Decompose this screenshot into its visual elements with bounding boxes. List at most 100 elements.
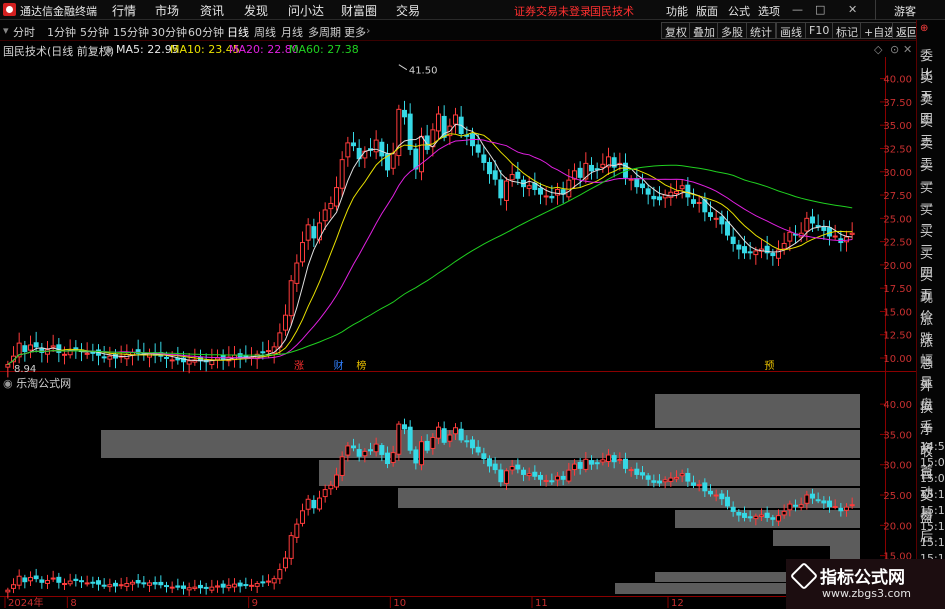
sub-candle-body	[5, 589, 11, 593]
sub-candle-body	[11, 584, 16, 589]
sub-candle-body	[73, 578, 79, 581]
sub-candle-body	[572, 463, 577, 471]
stock-info-line: 国民技术(日线 前复权) ◉ MA5: 22.95 MA10: 23.45 MA…	[0, 41, 915, 59]
quote-side-panel: ⊕ 委比 卖五 卖四 卖三 卖二 卖一 买一 买二 买三 买四 买五 现价 涨跌 涨幅 总量 外盘 换手 净资收…	[916, 20, 945, 609]
high-pointer	[398, 64, 408, 71]
indicator-settings-icon[interactable]: ◉	[3, 377, 13, 390]
y-tick-label: 40.00	[883, 75, 912, 86]
volume-profile-bar	[655, 394, 860, 428]
candle-body	[436, 113, 441, 132]
sub-candle-body	[249, 584, 254, 587]
candle-body	[164, 356, 169, 359]
volume-profile-bar	[830, 546, 860, 560]
sub-candle-body	[379, 445, 385, 455]
sub-candle-body	[628, 469, 634, 472]
candle-body	[328, 202, 334, 210]
event-marker: 榜	[356, 359, 366, 372]
options-icon[interactable]: ⊙	[890, 43, 899, 56]
x-tick-label: 12	[671, 598, 684, 609]
sub-candle-body	[288, 535, 294, 559]
y-tick-label: 15.00	[883, 307, 912, 318]
sub-candle-body	[594, 462, 600, 465]
candle-body	[577, 167, 583, 178]
sub-candle-body	[776, 515, 781, 522]
ma60-value: MA60: 27.38	[289, 43, 359, 56]
x-tick-label: 2024年	[8, 596, 43, 609]
volume-profile-bar	[773, 530, 860, 546]
volume-profile-bar	[615, 583, 790, 594]
candle-body	[62, 353, 67, 356]
panel-mini-icon: ⊕	[920, 23, 929, 34]
candle-body	[101, 356, 107, 359]
volume-profile-bar	[655, 572, 790, 582]
candle-body	[543, 195, 549, 198]
y-tick-label: 25.00	[883, 214, 912, 225]
candle-body	[419, 135, 424, 173]
sub-candle-body	[679, 473, 685, 477]
trade-time: 15:07	[920, 472, 945, 485]
candle-body	[770, 252, 776, 257]
sub-candle-body	[90, 581, 96, 584]
settings-icon[interactable]: ◉	[104, 43, 114, 56]
sub-candle-body	[708, 490, 713, 495]
event-marker: 涨	[294, 360, 304, 372]
candle-body	[827, 227, 832, 237]
kline-chart[interactable]: 40.00 37.50 35.00 32.50 30.00 27.50 25.00 22.50…	[0, 0, 945, 609]
sub-candle-body	[849, 504, 855, 507]
sub-candle-body	[328, 484, 334, 490]
sub-candle-body	[79, 580, 84, 583]
candle-body	[725, 221, 730, 236]
y-tick-label: 32.50	[883, 144, 912, 155]
sub-candle-body	[396, 423, 402, 455]
sub-candle-body	[492, 463, 498, 471]
candle-body	[407, 113, 413, 150]
candle-body	[475, 144, 481, 153]
sub-candle-body	[33, 575, 39, 580]
sub-candle-body	[101, 584, 107, 587]
sub-candle-body	[181, 585, 186, 589]
ma-line-ma60	[7, 164, 853, 365]
sub-candle-body	[430, 436, 436, 449]
candle-body	[288, 280, 294, 317]
sub-candle-body	[351, 445, 356, 449]
sub-candle-body	[113, 582, 118, 587]
sub-candle-body	[470, 439, 475, 449]
candle-body	[526, 185, 532, 189]
sub-candle-body	[300, 510, 305, 524]
sub-candle-body	[283, 557, 288, 569]
sub-candle-body	[668, 477, 674, 482]
sub-candle-body	[827, 500, 832, 508]
stock-label[interactable]: 国民技术(日线 前复权)	[3, 43, 114, 59]
sub-candle-body	[317, 497, 322, 510]
candle-body	[107, 355, 113, 360]
sub-candle-body	[96, 580, 101, 585]
sub-candle-body	[543, 479, 549, 482]
expand-diamond-icon[interactable]: ◇	[874, 43, 882, 56]
sub-candle-body	[742, 512, 747, 518]
trade-time: 15:12	[920, 488, 945, 501]
sub-candle-body	[657, 480, 662, 484]
candle-body	[402, 109, 407, 118]
sub-candle-body	[175, 585, 181, 588]
sub-candle-body	[124, 583, 130, 587]
sub-candle-body	[232, 583, 237, 588]
candle-body	[283, 314, 288, 331]
sub-candle-body	[793, 504, 798, 507]
sub-candle-body	[407, 426, 413, 451]
sub-y-tick-label: 35.00	[883, 430, 912, 441]
sub-candle-body	[22, 577, 28, 583]
candle-body	[696, 201, 702, 204]
sub-candle-body	[821, 500, 827, 504]
indicator-title[interactable]: 乐淘公式网	[16, 377, 71, 390]
ma-line-ma5	[7, 123, 853, 365]
x-tick-label: 9	[252, 598, 258, 609]
close-icon[interactable]: ✕	[903, 43, 912, 56]
trade-time: 15:15	[920, 520, 945, 533]
candle-body	[685, 184, 691, 198]
watermark-badge: 指标公式网 www.zbgs3.com	[786, 559, 945, 609]
sub-candle-body	[725, 496, 730, 507]
sub-candle-body	[62, 583, 67, 586]
sub-candle-body	[390, 452, 396, 463]
sub-candle-body	[447, 434, 453, 442]
sub-candle-body	[413, 449, 419, 464]
